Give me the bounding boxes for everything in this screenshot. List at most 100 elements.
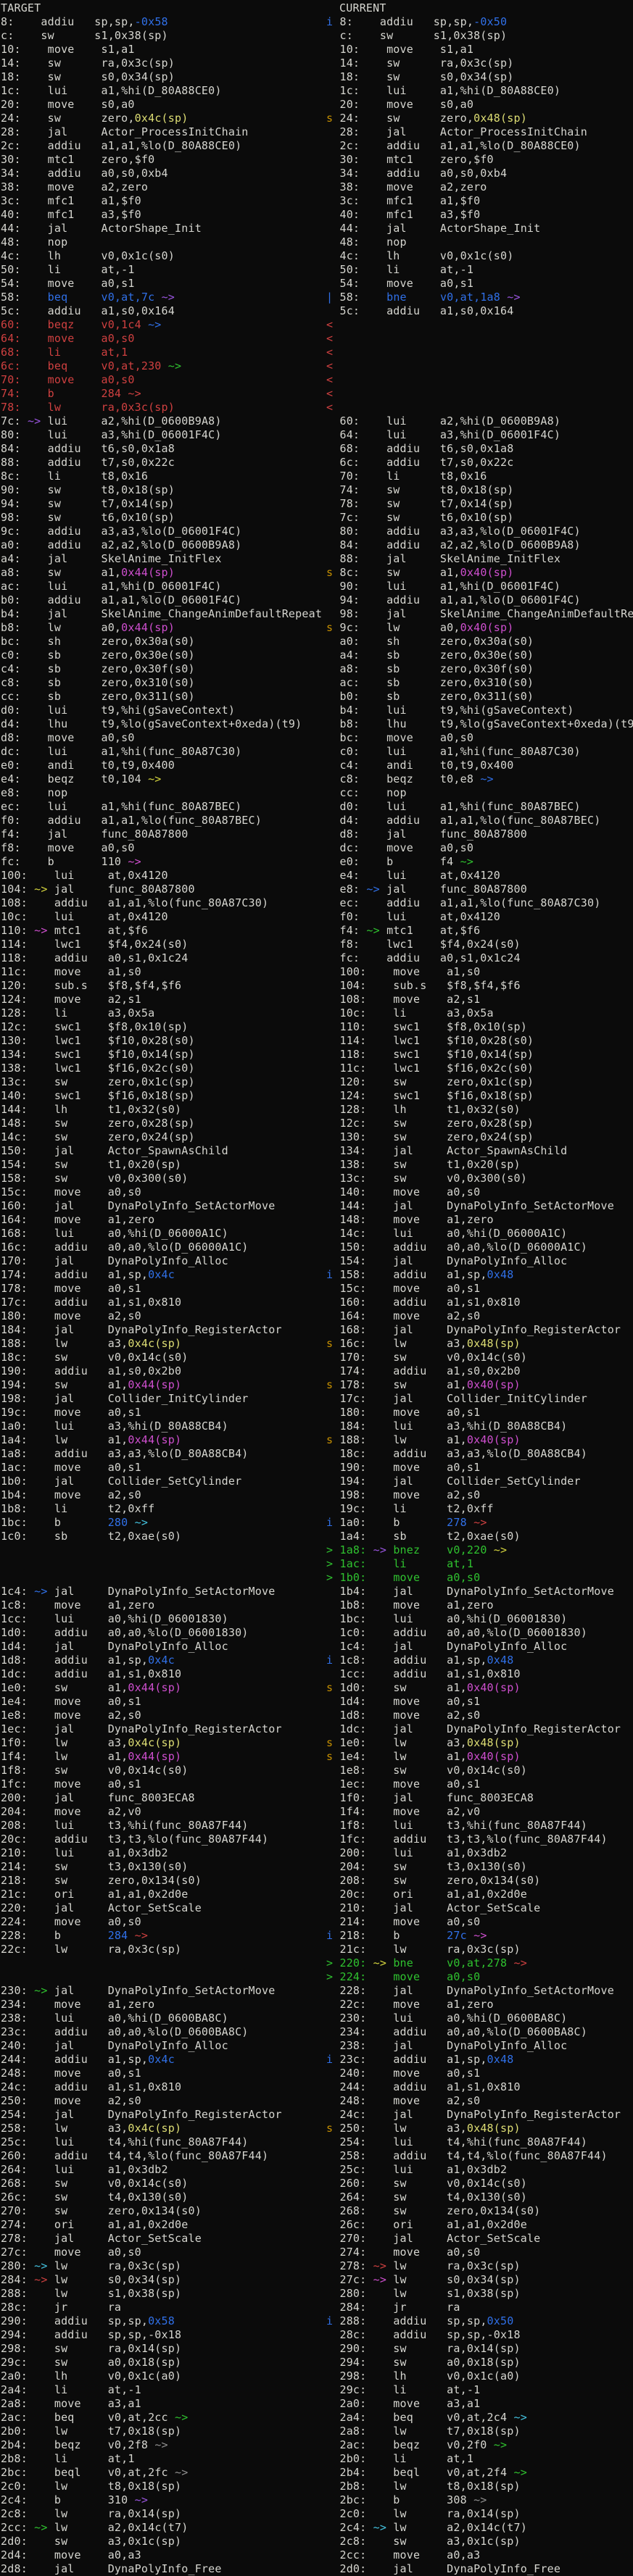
- asm-line: 94: sw t7,0x14(sp): [1, 497, 326, 511]
- asm-line: d4: addiu a1,a1,%lo(func_80A87BEC): [326, 814, 633, 828]
- asm-line: 164: move a1,zero: [1, 1213, 326, 1227]
- asm-line: 18: sw s0,0x34(sp): [326, 70, 633, 84]
- asm-line: 17c: jal Collider_InitCylinder: [326, 1392, 633, 1406]
- asm-line: 64: move a0,s0: [1, 332, 326, 346]
- asm-line: 58: beq v0,at,7c ~>: [1, 291, 326, 304]
- asm-line: c8: beqz t0,e8 ~>: [326, 772, 633, 786]
- asm-line: 25c: lui t4,%hi(func_80A87F44): [1, 2135, 326, 2149]
- asm-line: 30: mtc1 zero,$f0: [1, 153, 326, 167]
- asm-line: 20: move s0,a0: [1, 98, 326, 112]
- asm-line: b8: lhu t9,%lo(gSaveContext+0xeda)(t9): [326, 717, 633, 731]
- asm-line: 25c: lui a1,0x3db2: [326, 2163, 633, 2177]
- asm-line: 238: jal DynaPolyInfo_Alloc: [326, 2039, 633, 2053]
- asm-diff-terminal: { "app": { "target_label": "TARGET", "cu…: [0, 0, 633, 2572]
- asm-line: 18c: sw v0,0x14c(s0): [1, 1351, 326, 1364]
- asm-line: 2d0: sw a3,0x1c(sp): [1, 2535, 326, 2548]
- asm-line: [1, 1956, 326, 1970]
- asm-line: 268: sw zero,0x134(s0): [326, 2204, 633, 2218]
- asm-line: i 158: addiu a1,sp,0x48: [326, 1268, 633, 1282]
- asm-line: 270: jal Actor_SetScale: [326, 2232, 633, 2246]
- asm-line: > 1b0: move a0,s0: [326, 1571, 633, 1585]
- asm-line: 2c8: sw a3,0x1c(sp): [326, 2535, 633, 2548]
- asm-line: 1c: lui a1,%hi(D_80A88CE0): [326, 84, 633, 98]
- asm-line: 29c: li at,-1: [326, 2383, 633, 2397]
- asm-line: 168: lui a0,%hi(D_06000A1C): [1, 1227, 326, 1241]
- asm-line: a0: sh zero,0x30a(s0): [326, 635, 633, 649]
- asm-line: bc: move a0,s0: [326, 731, 633, 745]
- asm-line: 194: jal Collider_SetCylinder: [326, 1475, 633, 1488]
- asm-line: 2b0: lw t7,0x18(sp): [1, 2425, 326, 2438]
- asm-line: cc: sb zero,0x311(s0): [1, 690, 326, 704]
- asm-line: 90: sw t8,0x18(sp): [1, 483, 326, 497]
- target-asm-column: 8: addiu sp,sp,-0x58c: sw s1,0x38(sp)10:…: [1, 15, 326, 2576]
- asm-line: 11c: move a1,s0: [1, 965, 326, 979]
- asm-line: 70: move a0,s0: [1, 373, 326, 387]
- asm-line: 10c: li a3,0x5a: [326, 1006, 633, 1020]
- asm-line: 234: move a1,zero: [1, 1998, 326, 2012]
- asm-line: 74: sw t8,0x18(sp): [326, 483, 633, 497]
- asm-line: 60: beqz v0,1c4 ~>: [1, 318, 326, 332]
- asm-line: f0: lui at,0x4120: [326, 910, 633, 924]
- asm-line: 2cc: move a0,a3: [326, 2548, 633, 2562]
- asm-line: i 288: addiu sp,sp,0x50: [326, 2314, 633, 2328]
- asm-line: 1a4: lw a1,0x44(sp): [1, 1433, 326, 1447]
- asm-line: 180: move a0,s1: [326, 1406, 633, 1420]
- asm-line: 1b4: move a2,s0: [1, 1488, 326, 1502]
- asm-line: 200: lui a1,0x3db2: [326, 1846, 633, 1860]
- asm-line: 2ac: beq v0,at,2cc ~>: [1, 2411, 326, 2425]
- asm-line: s 24: sw zero,0x48(sp): [326, 112, 633, 125]
- asm-line: 274: move a0,s0: [326, 2246, 633, 2259]
- asm-line: 70: li t8,0x16: [326, 470, 633, 483]
- asm-line: 20: move s0,a0: [326, 98, 633, 112]
- asm-line: i 1a0: b 278 ~>: [326, 1516, 633, 1530]
- asm-line: 260: sw v0,0x14c(s0): [326, 2177, 633, 2191]
- asm-line: 21c: ori a1,a1,0x2d0e: [1, 1888, 326, 1901]
- asm-line: 100: move a1,s0: [326, 965, 633, 979]
- asm-line: 264: sw t4,0x130(s0): [326, 2191, 633, 2204]
- asm-line: 20c: ori a1,a1,0x2d0e: [326, 1888, 633, 1901]
- asm-line: 280: ~> lw ra,0x3c(sp): [1, 2259, 326, 2273]
- asm-line: 1cc: addiu a1,s1,0x810: [326, 1667, 633, 1681]
- asm-line: s 1d0: sw a1,0x40(sp): [326, 1681, 633, 1695]
- asm-line: 12c: swc1 $f8,0x10(sp): [1, 1020, 326, 1034]
- asm-line: 2b4: beqz v0,2f8 ~>: [1, 2438, 326, 2452]
- asm-line: s 1e0: lw a3,0x48(sp): [326, 1736, 633, 1750]
- asm-line: 3c: mfc1 a1,$f0: [1, 194, 326, 208]
- asm-line: b8: lw a0,0x44(sp): [1, 621, 326, 635]
- asm-line: 28: jal Actor_ProcessInitChain: [1, 125, 326, 139]
- asm-line: 240: jal DynaPolyInfo_Alloc: [1, 2039, 326, 2053]
- asm-line: 15c: move a0,s1: [326, 1282, 633, 1296]
- current-asm-column: i 8: addiu sp,sp,-0x50 c: sw s1,0x38(sp)…: [326, 15, 633, 2576]
- asm-line: 150: jal Actor_SpawnAsChild: [1, 1144, 326, 1158]
- asm-line: 130: lwc1 $f10,0x28(s0): [1, 1034, 326, 1048]
- asm-line: 1a4: sb t2,0xae(s0): [326, 1530, 633, 1543]
- asm-line: 294: addiu sp,sp,-0x18: [1, 2328, 326, 2342]
- asm-line: s 188: lw a1,0x40(sp): [326, 1433, 633, 1447]
- asm-line: 148: move a1,zero: [326, 1213, 633, 1227]
- asm-line: 2c4: b 310 ~>: [1, 2493, 326, 2507]
- asm-line: 104: ~> jal func_80A87800: [1, 883, 326, 896]
- asm-line: 1c: lui a1,%hi(D_80A88CE0): [1, 84, 326, 98]
- asm-line: 6c: addiu t7,s0,0x22c: [326, 456, 633, 470]
- asm-line: 13c: sw zero,0x1c(sp): [1, 1075, 326, 1089]
- asm-line: 98: sw t6,0x10(sp): [1, 511, 326, 525]
- asm-line: 1f4: move a2,v0: [326, 1805, 633, 1819]
- asm-line: 80: addiu a3,a3,%lo(D_06001F4C): [326, 525, 633, 538]
- asm-line: 60: lui a2,%hi(D_0600B9A8): [326, 414, 633, 428]
- asm-line: i 8: addiu sp,sp,-0x50: [326, 15, 633, 29]
- asm-line: 1d0: addiu a0,a0,%lo(D_06001830): [1, 1626, 326, 1640]
- asm-line: 158: sw v0,0x300(s0): [1, 1172, 326, 1185]
- asm-line: 17c: addiu a1,s1,0x810: [1, 1296, 326, 1309]
- asm-line: 54: move a0,s1: [326, 277, 633, 291]
- asm-line: 2c: addiu a1,a1,%lo(D_80A88CE0): [1, 139, 326, 153]
- asm-line: 28c: jr ra: [1, 2301, 326, 2314]
- asm-line: 258: lw a3,0x4c(sp): [1, 2122, 326, 2135]
- asm-line: c0: sb zero,0x30e(s0): [1, 649, 326, 662]
- asm-line: f4: ~> mtc1 at,$f6: [326, 924, 633, 938]
- asm-line: s 8c: sw a1,0x40(sp): [326, 566, 633, 580]
- asm-line: 154: jal DynaPolyInfo_Alloc: [326, 1254, 633, 1268]
- asm-line: 220: jal Actor_SetScale: [1, 1901, 326, 1915]
- asm-line: 8c: li t8,0x16: [1, 470, 326, 483]
- asm-line: 5c: addiu a1,s0,0x164: [326, 304, 633, 318]
- asm-line: 6c: beq v0,at,230 ~>: [1, 359, 326, 373]
